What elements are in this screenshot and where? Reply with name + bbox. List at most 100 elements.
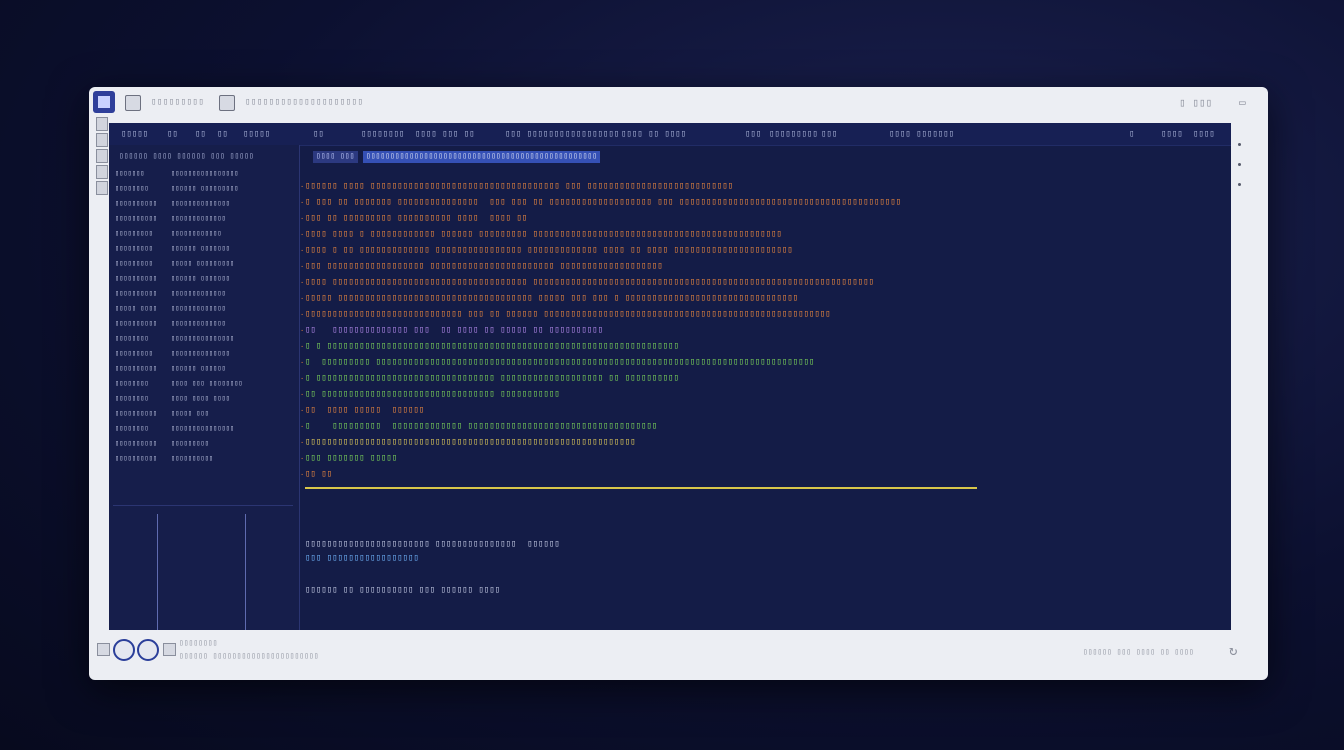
code-line[interactable]: ▯▯ ▯▯▯▯▯▯▯▯▯▯▯▯▯▯ ▯▯▯ ▯▯ ▯▯▯▯ ▯▯ ▯▯▯▯▯ ▯…: [305, 325, 603, 337]
code-line[interactable]: ▯▯▯ ▯▯▯▯▯▯▯ ▯▯▯▯▯: [305, 453, 397, 465]
code-line[interactable]: ▯▯ ▯▯▯▯▯▯▯▯▯▯▯▯▯▯▯▯▯▯▯▯▯▯▯▯▯▯▯▯▯▯▯▯ ▯▯▯▯…: [305, 389, 560, 401]
record-icon[interactable]: [113, 639, 135, 661]
menu-item[interactable]: ▯▯▯ ▯▯▯▯▯▯▯: [505, 129, 565, 139]
file-meta: ▯▯▯▯▯▯▯▯▯▯: [171, 454, 214, 462]
file-meta: ▯▯▯▯▯▯▯▯▯▯▯▯▯▯▯: [171, 334, 235, 342]
code-line[interactable]: ▯▯ ▯▯▯▯ ▯▯▯▯▯ ▯▯▯▯▯▯: [305, 405, 424, 417]
menu-item[interactable]: ▯▯▯▯▯▯▯▯▯▯: [565, 129, 619, 139]
file-name: ▯▯▯▯▯▯▯▯▯▯: [115, 289, 158, 297]
file-meta: ▯▯▯▯ ▯▯▯ ▯▯▯▯▯▯▯▯: [171, 379, 243, 387]
file-name: ▯▯▯▯▯▯▯▯▯▯: [115, 409, 158, 417]
file-meta: ▯▯▯▯▯▯▯▯▯: [171, 439, 209, 447]
code-line[interactable]: ▯▯▯▯▯▯▯▯▯▯▯▯▯▯▯▯▯▯▯▯▯▯▯▯▯▯▯▯▯ ▯▯▯ ▯▯ ▯▯▯…: [305, 309, 831, 321]
file-list-item[interactable]: ▯▯▯▯▯▯▯▯▯▯▯▯▯▯▯▯▯▯▯▯▯▯▯: [115, 424, 234, 436]
tab-file[interactable]: ▯▯▯▯▯▯▯▯▯▯▯▯▯▯▯▯▯▯▯▯▯▯▯▯▯▯▯▯▯▯▯▯▯▯▯▯▯▯▯▯…: [363, 151, 601, 163]
code-line[interactable]: ▯ ▯▯▯▯▯▯▯▯▯ ▯▯▯▯▯▯▯▯▯▯▯▯▯ ▯▯▯▯▯▯▯▯▯▯▯▯▯▯…: [305, 421, 657, 433]
code-line[interactable]: ▯ ▯ ▯▯▯▯▯▯▯▯▯▯▯▯▯▯▯▯▯▯▯▯▯▯▯▯▯▯▯▯▯▯▯▯▯▯▯▯…: [305, 341, 679, 353]
app-icon[interactable]: [93, 91, 115, 113]
code-line[interactable]: ▯ ▯▯▯▯▯▯▯▯▯ ▯▯▯▯▯▯▯▯▯▯▯▯▯▯▯▯▯▯▯▯▯▯▯▯▯▯▯▯…: [305, 357, 814, 369]
code-line[interactable]: ▯▯▯▯▯ ▯▯▯▯▯▯▯▯▯▯▯▯▯▯▯▯▯▯▯▯▯▯▯▯▯▯▯▯▯▯▯▯▯▯…: [305, 293, 798, 305]
editor-pane: ▯▯▯▯▯ ▯▯ ▯▯ ▯▯ ▯▯▯▯▯ ▯▯ ▯▯▯▯▯▯▯▯ ▯▯▯▯ ▯▯…: [109, 123, 1231, 630]
file-list-item[interactable]: ▯▯▯▯▯▯▯▯▯▯ ▯▯▯▯▯▯▯▯▯▯▯▯▯▯: [115, 199, 230, 211]
code-line[interactable]: ▯▯▯▯▯▯ ▯▯▯▯ ▯▯▯▯▯▯▯▯▯▯▯▯▯▯▯▯▯▯▯▯▯▯▯▯▯▯▯▯…: [305, 181, 733, 193]
file-list-item[interactable]: ▯▯▯▯▯▯▯▯ ▯▯▯▯ ▯▯▯ ▯▯▯▯▯▯▯▯: [115, 379, 243, 391]
tool-icon-3[interactable]: [96, 149, 108, 163]
menu-item[interactable]: ▯▯▯▯ ▯▯ ▯▯▯▯: [621, 129, 686, 139]
menu-item[interactable]: ▯▯: [167, 129, 178, 139]
code-line[interactable]: ▯▯▯▯▯▯▯▯▯▯▯▯▯▯▯▯▯▯▯▯▯▯▯▯▯▯▯▯▯▯▯▯▯▯▯▯▯▯▯▯…: [305, 437, 636, 449]
record-icon[interactable]: [137, 639, 159, 661]
file-list-item[interactable]: ▯▯▯▯▯▯▯▯▯ ▯▯▯▯▯▯▯▯▯▯▯▯: [115, 229, 222, 241]
file-name: ▯▯▯▯▯▯▯▯▯▯: [115, 214, 158, 222]
minimize-icon[interactable]: ▭: [1239, 96, 1246, 109]
window-controls[interactable]: ▯ ▯▯▯: [1179, 96, 1212, 109]
file-list-item[interactable]: ▯▯▯▯▯▯▯▯▯▯ ▯▯▯▯▯▯▯▯▯▯: [115, 454, 213, 466]
file-name: ▯▯▯▯▯▯▯▯▯: [115, 349, 153, 357]
menu-item[interactable]: ▯▯▯▯▯▯▯▯▯: [769, 129, 818, 139]
window-icon[interactable]: [125, 95, 141, 111]
menu-item[interactable]: ▯▯▯▯▯▯▯▯: [361, 129, 404, 139]
file-list-item[interactable]: ▯▯▯▯▯▯▯▯▯ ▯▯▯▯▯▯ ▯▯▯▯▯▯▯: [115, 244, 230, 256]
file-list-item[interactable]: ▯▯▯▯▯▯▯▯▯▯▯▯▯▯ ▯▯▯▯▯▯▯▯▯: [115, 259, 234, 271]
menu-item[interactable]: ▯▯▯: [821, 129, 837, 139]
code-line[interactable]: ▯▯▯▯ ▯▯▯▯▯▯▯▯▯▯▯▯▯▯▯▯▯▯▯▯▯▯▯▯▯▯▯▯▯▯▯▯▯▯▯…: [305, 277, 874, 289]
status-square-icon[interactable]: [97, 643, 110, 656]
menu-item[interactable]: ▯: [1129, 129, 1134, 139]
code-line[interactable]: ▯▯▯▯ ▯ ▯▯ ▯▯▯▯▯▯▯▯▯▯▯▯▯ ▯▯▯▯▯▯▯▯▯▯▯▯▯▯▯▯…: [305, 245, 793, 257]
menu-item[interactable]: ▯▯▯▯: [1161, 129, 1183, 139]
rail-dot[interactable]: [1238, 143, 1241, 146]
title-tab-2[interactable]: ▯▯▯▯▯▯▯▯▯▯▯▯▯▯▯▯▯▯▯▯: [245, 97, 363, 107]
menu-item[interactable]: ▯▯▯▯ ▯▯▯▯▯▯▯: [889, 129, 954, 139]
code-line[interactable]: ▯▯▯▯ ▯▯▯▯ ▯ ▯▯▯▯▯▯▯▯▯▯▯▯ ▯▯▯▯▯▯ ▯▯▯▯▯▯▯▯…: [305, 229, 782, 241]
code-line[interactable]: ▯▯▯ ▯▯ ▯▯▯▯▯▯▯▯▯ ▯▯▯▯▯▯▯▯▯▯ ▯▯▯▯ ▯▯▯▯ ▯▯: [305, 213, 527, 225]
file-list-item[interactable]: ▯▯▯▯▯▯▯▯▯▯ ▯▯▯▯▯▯ ▯▯▯▯▯▯▯: [115, 274, 230, 286]
output-line: ▯▯▯▯▯▯▯▯▯▯▯▯▯▯▯▯▯▯▯▯▯▯▯ ▯▯▯▯▯▯▯▯▯▯▯▯▯▯▯ …: [305, 539, 560, 549]
tool-icon-4[interactable]: [96, 165, 108, 179]
file-name: ▯▯▯▯▯▯▯▯: [115, 424, 149, 432]
tab-active[interactable]: ▯▯▯▯ ▯▯▯: [313, 151, 358, 163]
camera-icon[interactable]: [163, 643, 176, 656]
file-list-item[interactable]: ▯▯▯▯▯▯▯▯▯▯ ▯▯▯▯▯▯ ▯▯▯▯▯▯: [115, 364, 226, 376]
file-list-item[interactable]: ▯▯▯▯▯▯▯▯▯▯▯▯▯▯▯▯▯▯▯▯▯▯▯: [115, 349, 230, 361]
file-list-item[interactable]: ▯▯▯▯▯▯▯▯▯▯ ▯▯▯▯▯▯▯▯▯: [115, 439, 209, 451]
tool-icon-5[interactable]: [96, 181, 108, 195]
file-list-item[interactable]: ▯▯▯▯▯ ▯▯▯▯ ▯▯▯▯▯▯▯▯▯▯▯▯▯: [115, 304, 226, 316]
file-list-item[interactable]: ▯▯▯▯▯▯▯▯▯▯▯▯▯▯ ▯▯▯▯▯▯▯▯▯: [115, 184, 238, 196]
file-meta: ▯▯▯▯▯ ▯▯▯: [171, 409, 209, 417]
file-meta: ▯▯▯▯▯▯ ▯▯▯▯▯▯▯: [171, 244, 231, 252]
menu-item[interactable]: ▯▯▯▯ ▯▯▯ ▯▯: [415, 129, 475, 139]
code-line[interactable]: ▯▯ ▯▯: [305, 469, 332, 481]
code-line[interactable]: ▯▯▯ ▯▯▯▯▯▯▯▯▯▯▯▯▯▯▯▯▯▯ ▯▯▯▯▯▯▯▯▯▯▯▯▯▯▯▯▯…: [305, 261, 663, 273]
file-meta: ▯▯▯▯▯▯▯▯▯▯▯▯▯: [171, 214, 226, 222]
title-tab-1[interactable]: ▯▯▯▯▯▯▯▯▯: [151, 97, 204, 107]
tool-icon-1[interactable]: [96, 117, 108, 131]
file-name: ▯▯▯▯▯▯▯▯: [115, 394, 149, 402]
file-meta: ▯▯▯▯ ▯▯▯▯ ▯▯▯▯: [171, 394, 231, 402]
file-meta: ▯▯▯▯▯▯ ▯▯▯▯▯▯: [171, 364, 226, 372]
menu-item[interactable]: ▯▯: [195, 129, 206, 139]
code-line[interactable]: ▯ ▯▯▯ ▯▯ ▯▯▯▯▯▯▯ ▯▯▯▯▯▯▯▯▯▯▯▯▯▯▯ ▯▯▯ ▯▯▯…: [305, 197, 901, 209]
file-list-item[interactable]: ▯▯▯▯▯▯▯▯▯▯▯▯▯▯▯▯▯▯▯▯▯▯▯: [115, 334, 234, 346]
file-list-item[interactable]: ▯▯▯▯▯▯▯▯▯▯▯▯▯▯▯▯▯▯▯▯▯▯▯: [115, 319, 226, 331]
file-list-item[interactable]: ▯▯▯▯▯▯▯▯▯▯ ▯▯▯▯▯ ▯▯▯: [115, 409, 209, 421]
file-list-item[interactable]: ▯▯▯▯▯▯▯▯ ▯▯▯▯ ▯▯▯▯ ▯▯▯▯: [115, 394, 230, 406]
refresh-icon[interactable]: ↻: [1229, 643, 1237, 659]
file-name: ▯▯▯▯▯▯▯▯▯▯: [115, 439, 158, 447]
menu-item[interactable]: ▯▯▯▯▯: [121, 129, 148, 139]
tool-icon-2[interactable]: [96, 133, 108, 147]
code-line[interactable]: ▯ ▯▯▯▯▯▯▯▯▯▯▯▯▯▯▯▯▯▯▯▯▯▯▯▯▯▯▯▯▯▯▯▯▯ ▯▯▯▯…: [305, 373, 679, 385]
menu-item[interactable]: ▯▯: [313, 129, 324, 139]
file-list-item[interactable]: ▯▯▯▯▯▯▯▯▯▯▯▯▯▯▯▯▯▯▯▯▯▯▯: [115, 169, 238, 181]
menu-item[interactable]: ▯▯▯: [745, 129, 761, 139]
menu-item[interactable]: ▯▯: [217, 129, 228, 139]
file-list-item[interactable]: ▯▯▯▯▯▯▯▯▯▯▯▯▯▯▯▯▯▯▯▯▯▯▯: [115, 214, 226, 226]
output-line: ▯▯▯ ▯▯▯▯▯▯▯▯▯▯▯▯▯▯▯▯▯: [305, 553, 419, 563]
menu-item[interactable]: ▯▯▯▯: [1193, 129, 1215, 139]
rail-dot[interactable]: [1238, 183, 1241, 186]
grid-icon[interactable]: [219, 95, 235, 111]
file-list-item[interactable]: ▯▯▯▯▯▯▯▯▯▯▯▯▯▯▯▯▯▯▯▯▯▯▯: [115, 289, 226, 301]
graph-line: [245, 514, 246, 630]
rail-dot[interactable]: [1238, 163, 1241, 166]
menu-item[interactable]: ▯▯▯▯▯: [243, 129, 270, 139]
file-meta: ▯▯▯▯▯▯▯▯▯▯▯▯: [171, 229, 222, 237]
